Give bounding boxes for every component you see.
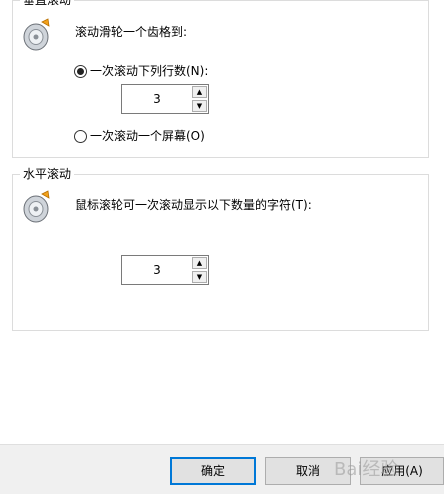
chars-spinner-buttons: ▲ ▼ [192, 257, 207, 283]
lines-spinner[interactable]: 3 ▲ ▼ [121, 84, 209, 114]
radio-scroll-lines[interactable] [74, 65, 87, 78]
baidu-watermark-icon: Bai经验 [334, 459, 398, 480]
mouse-wheel-icon [23, 18, 50, 51]
radio-scroll-screen[interactable] [74, 130, 87, 143]
lines-spinner-buttons: ▲ ▼ [192, 86, 207, 112]
chars-spinner[interactable]: 3 ▲ ▼ [121, 255, 209, 285]
horizontal-scroll-heading: 鼠标滚轮可一次滚动显示以下数量的字符(T): [75, 198, 312, 212]
lines-spinner-value[interactable]: 3 [122, 85, 192, 113]
chars-spinner-value[interactable]: 3 [122, 256, 192, 284]
vertical-scroll-heading: 滚动滑轮一个齿格到: [75, 25, 188, 39]
horizontal-scroll-title: 水平滚动 [20, 166, 75, 182]
svg-text:Bai经验: Bai经验 [334, 459, 398, 480]
lines-spin-down-icon[interactable]: ▼ [192, 100, 207, 112]
ok-button[interactable]: 确定 [170, 457, 256, 485]
chars-spin-down-icon[interactable]: ▼ [192, 271, 207, 283]
lines-spin-up-icon[interactable]: ▲ [192, 86, 207, 98]
mouse-wheel-icon [23, 190, 50, 223]
radio-scroll-screen-label[interactable]: 一次滚动一个屏幕(O) [90, 128, 205, 144]
radio-scroll-lines-label[interactable]: 一次滚动下列行数(N): [90, 63, 208, 79]
vertical-scroll-title: 垂直滚动 [20, 0, 75, 8]
chars-spin-up-icon[interactable]: ▲ [192, 257, 207, 269]
